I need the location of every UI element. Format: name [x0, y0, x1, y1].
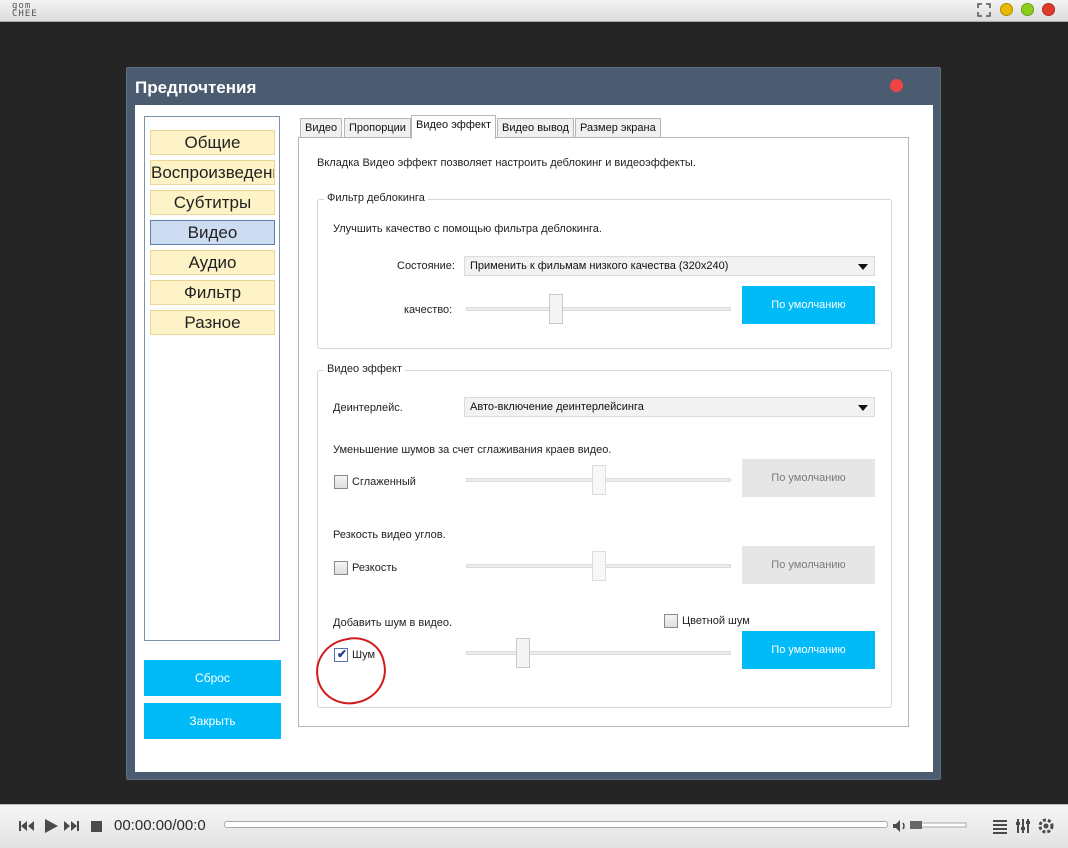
- dialog-title: Предпочтения: [135, 78, 257, 97]
- stop-icon[interactable]: [87, 816, 107, 836]
- sharp-slider[interactable]: [466, 551, 731, 581]
- smooth-default-button[interactable]: По умолчанию: [742, 459, 875, 497]
- sharp-label: Резкость: [352, 562, 398, 574]
- tab-screen-size[interactable]: Размер экрана: [575, 118, 661, 138]
- preferences-dialog: Предпочтения Общие Воспроизведение Субти…: [126, 67, 941, 780]
- nav-item-playback[interactable]: Воспроизведение: [150, 160, 275, 185]
- tab-description: Вкладка Видео эффект позволяет настроить…: [317, 157, 696, 169]
- title-bar: gom CHEE: [0, 0, 1068, 22]
- deinterlace-select[interactable]: Авто-включение деинтерлейсинга: [464, 397, 875, 417]
- effect-legend: Видео эффект: [324, 363, 405, 375]
- close-button[interactable]: [1042, 3, 1055, 16]
- category-list: Общие Воспроизведение Субтитры Видео Ауд…: [144, 116, 280, 641]
- sharp-default-button[interactable]: По умолчанию: [742, 546, 875, 584]
- quality-slider[interactable]: [466, 294, 731, 324]
- quality-label: качество:: [404, 304, 453, 316]
- sharp-checkbox[interactable]: [334, 561, 348, 575]
- state-label: Состояние:: [397, 260, 455, 272]
- tab-aspect[interactable]: Пропорции: [344, 118, 411, 138]
- color-noise-label: Цветной шум: [682, 615, 750, 627]
- chevron-down-icon: [858, 405, 868, 411]
- next-icon[interactable]: [62, 816, 82, 836]
- settings-icon[interactable]: [1036, 816, 1056, 836]
- volume-icon[interactable]: [890, 816, 910, 836]
- volume-slider[interactable]: [910, 818, 968, 832]
- tab-video-output[interactable]: Видео вывод: [497, 118, 574, 138]
- previous-icon[interactable]: [16, 816, 36, 836]
- slider-thumb[interactable]: [549, 294, 563, 324]
- play-icon[interactable]: [41, 816, 61, 836]
- chevron-down-icon: [858, 264, 868, 270]
- tab-panel-video-effect: Вкладка Видео эффект позволяет настроить…: [298, 137, 909, 727]
- nav-item-audio[interactable]: Аудио: [150, 250, 275, 275]
- deblock-hint: Улучшить качество с помощью фильтра дебл…: [333, 223, 602, 235]
- minimize-button[interactable]: [1000, 3, 1013, 16]
- playlist-icon[interactable]: [990, 816, 1010, 836]
- nav-item-misc[interactable]: Разное: [150, 310, 275, 335]
- slider-thumb[interactable]: [592, 465, 606, 495]
- noise-hint: Добавить шум в видео.: [333, 617, 453, 629]
- noise-slider[interactable]: [466, 638, 731, 668]
- close-dialog-button[interactable]: Закрыть: [144, 703, 281, 739]
- deblock-default-button[interactable]: По умолчанию: [742, 286, 875, 324]
- equalizer-icon[interactable]: [1013, 816, 1033, 836]
- time-display: 00:00:00/00:0: [114, 817, 206, 834]
- smooth-hint: Уменьшение шумов за счет сглаживания кра…: [333, 444, 612, 456]
- player-control-bar: 00:00:00/00:0: [0, 804, 1068, 848]
- app-logo: gom CHEE: [12, 1, 38, 19]
- smooth-label: Сглаженный: [352, 476, 416, 488]
- tab-video-effect[interactable]: Видео эффект: [411, 115, 496, 139]
- deblock-legend: Фильтр деблокинга: [324, 192, 428, 204]
- dialog-body: Общие Воспроизведение Субтитры Видео Ауд…: [135, 105, 933, 772]
- slider-thumb[interactable]: [592, 551, 606, 581]
- nav-item-subtitles[interactable]: Субтитры: [150, 190, 275, 215]
- tab-video[interactable]: Видео: [300, 118, 343, 138]
- expand-icon[interactable]: [977, 3, 991, 17]
- nav-item-general[interactable]: Общие: [150, 130, 275, 155]
- noise-default-button[interactable]: По умолчанию: [742, 631, 875, 669]
- nav-item-video[interactable]: Видео: [150, 220, 275, 245]
- maximize-button[interactable]: [1021, 3, 1034, 16]
- seek-bar[interactable]: [224, 821, 888, 828]
- smooth-slider[interactable]: [466, 465, 731, 495]
- smooth-checkbox[interactable]: [334, 475, 348, 489]
- dialog-close-button[interactable]: [890, 79, 903, 92]
- slider-thumb[interactable]: [516, 638, 530, 668]
- nav-item-filter[interactable]: Фильтр: [150, 280, 275, 305]
- state-select[interactable]: Применить к фильмам низкого качества (32…: [464, 256, 875, 276]
- deinterlace-label: Деинтерлейс.: [333, 402, 403, 414]
- reset-button[interactable]: Сброс: [144, 660, 281, 696]
- sharp-hint: Резкость видео углов.: [333, 529, 446, 541]
- color-noise-checkbox[interactable]: [664, 614, 678, 628]
